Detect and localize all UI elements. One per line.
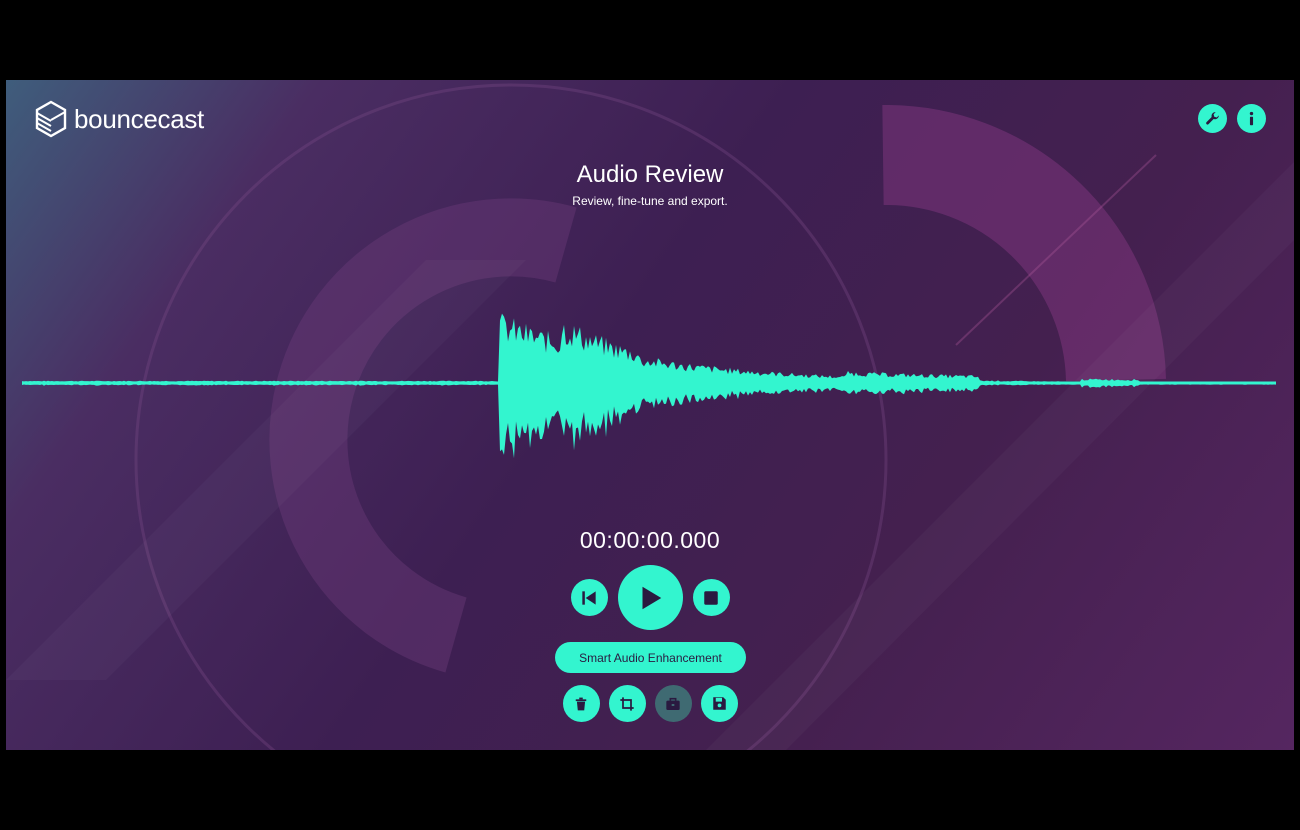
export-button[interactable]: [654, 685, 692, 722]
play-icon: [642, 586, 662, 609]
briefcase-icon: [666, 697, 680, 710]
audio-waveform[interactable]: [6, 295, 1294, 475]
app-window: bouncecast Audio Review Review, fine-tun…: [6, 80, 1294, 750]
trash-icon: [575, 697, 587, 710]
stop-button[interactable]: [692, 579, 730, 616]
playback-time: 00:00:00.000: [579, 527, 721, 553]
wrench-icon: [1206, 112, 1219, 125]
smart-audio-enhancement-button[interactable]: Smart Audio Enhancement: [555, 642, 746, 673]
play-button[interactable]: [617, 565, 683, 630]
delete-button[interactable]: [562, 685, 600, 722]
transport-controls: [6, 565, 1294, 630]
app-logo[interactable]: bouncecast: [34, 100, 204, 138]
edit-toolbar: [6, 685, 1294, 722]
skip-to-start-icon: [582, 590, 596, 605]
info-icon: [1249, 111, 1254, 126]
save-button[interactable]: [700, 685, 738, 722]
crop-button[interactable]: [608, 685, 646, 722]
stop-icon: [704, 590, 718, 605]
crop-icon: [620, 696, 634, 711]
page-subtitle: Review, fine-tune and export.: [572, 194, 728, 208]
settings-button[interactable]: [1198, 104, 1227, 133]
app-name: bouncecast: [74, 103, 204, 134]
waveform-shape: [22, 313, 1276, 459]
save-icon: [712, 697, 726, 710]
info-button[interactable]: [1237, 104, 1266, 133]
skip-to-start-button[interactable]: [570, 579, 608, 616]
stacked-layers-logo-icon: [35, 100, 67, 138]
page-title: Audio Review: [576, 161, 724, 188]
header-actions: [1198, 104, 1266, 133]
